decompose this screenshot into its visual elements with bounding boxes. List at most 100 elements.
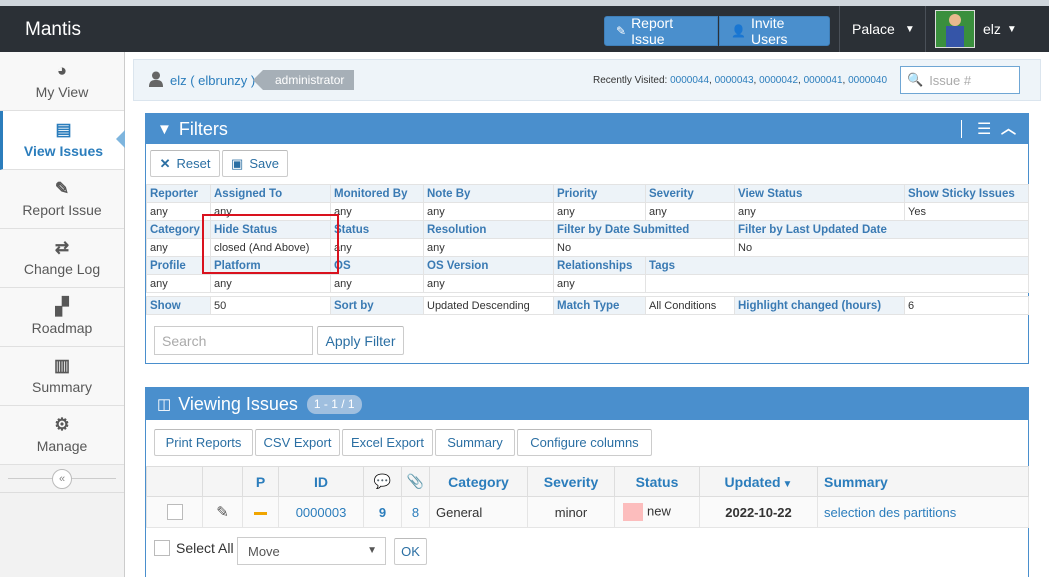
filter-label[interactable]: Assigned To [210, 184, 331, 203]
select-all[interactable]: Select All [154, 540, 234, 556]
column-header-priority[interactable]: P [242, 466, 279, 497]
sidebar-item-my-view[interactable]: ◕ My View [0, 52, 124, 111]
notes-count-link[interactable]: 9 [379, 505, 386, 520]
issue-number-placeholder: Issue # [929, 72, 972, 88]
issue-number-input[interactable]: 🔍 Issue # [900, 66, 1020, 94]
sidebar-collapse-button[interactable]: « [52, 468, 72, 489]
filter-label[interactable]: Severity [645, 184, 735, 203]
filter-label[interactable]: Profile [146, 256, 211, 275]
filter-label[interactable]: Match Type [553, 296, 646, 315]
menu-icon[interactable]: ☰ [977, 119, 991, 139]
summary-link[interactable]: selection des partitions [824, 505, 956, 520]
column-header-category[interactable]: Category [429, 466, 528, 497]
gears-icon: ⚙ [54, 415, 70, 434]
ok-button[interactable]: OK [394, 538, 427, 565]
filter-label[interactable]: Relationships [553, 256, 646, 275]
column-header-notes[interactable]: 💬 [363, 466, 402, 497]
filter-label[interactable]: Filter by Last Updated Date [734, 220, 1029, 239]
viewing-issues-header: ◫ Viewing Issues 1 - 1 / 1 [146, 388, 1028, 420]
save-button[interactable]: ▣ Save [222, 150, 288, 177]
filter-label[interactable]: Hide Status [210, 220, 331, 239]
filter-label[interactable]: Note By [423, 184, 554, 203]
report-issue-button[interactable]: ✎ Report Issue [604, 15, 718, 47]
recent-issue-link[interactable]: 0000041 [804, 75, 843, 86]
column-header-summary[interactable]: Summary [817, 466, 1029, 497]
user-menu[interactable]: elz ▼ [925, 6, 1049, 52]
invite-users-button[interactable]: 👤 Invite Users [719, 15, 830, 47]
select-all-checkbox[interactable] [154, 540, 170, 556]
column-header-status[interactable]: Status [614, 466, 700, 497]
filter-label[interactable]: Sort by [330, 296, 424, 315]
header-divider [961, 120, 962, 138]
summary-cell: selection des partitions [817, 496, 1029, 528]
issue-count-badge: 1 - 1 / 1 [306, 394, 362, 414]
filter-label[interactable]: Tags [645, 256, 1029, 275]
row-checkbox[interactable] [166, 504, 183, 521]
sidebar-item-summary[interactable]: ▥ Summary [0, 347, 124, 406]
csv-export-button[interactable]: CSV Export [255, 429, 340, 456]
column-header-id[interactable]: ID [278, 466, 364, 497]
save-label: Save [249, 156, 279, 171]
filter-label[interactable]: Resolution [423, 220, 554, 239]
filter-label[interactable]: Platform [210, 256, 331, 275]
sidebar-item-view-issues[interactable]: ▤ View Issues [0, 111, 125, 170]
apply-filter-button[interactable]: Apply Filter [317, 326, 404, 355]
updated-cell: 2022-10-22 [699, 496, 818, 528]
filter-label[interactable]: View Status [734, 184, 905, 203]
filter-label[interactable]: Status [330, 220, 424, 239]
action-select[interactable]: Move ▼ [237, 537, 386, 565]
app-title[interactable]: Mantis [25, 19, 81, 41]
column-header-updated[interactable]: Updated ▼ [699, 466, 818, 497]
filter-value: No [734, 238, 1029, 257]
column-header-attachments[interactable]: 📎 [401, 466, 430, 497]
filter-label[interactable]: Category [146, 220, 211, 239]
avatar [935, 10, 975, 48]
print-reports-button[interactable]: Print Reports [154, 429, 253, 456]
filter-label[interactable]: OS Version [423, 256, 554, 275]
filter-label[interactable]: Reporter [146, 184, 211, 203]
pencil-icon[interactable]: ✎ [216, 504, 229, 521]
issue-id-link[interactable]: 0000003 [296, 505, 347, 520]
user-icon [149, 71, 163, 87]
files-count-link[interactable]: 8 [412, 505, 419, 520]
select-column-header [146, 466, 203, 497]
sidebar-item-roadmap[interactable]: ▞ Roadmap [0, 288, 124, 347]
filter-value: 50 [210, 296, 331, 315]
list-icon: ▤ [55, 120, 72, 139]
filter-value: any [330, 274, 424, 293]
reset-label: Reset [176, 156, 211, 171]
recent-issue-link[interactable]: 0000044 [670, 75, 709, 86]
recent-issue-link[interactable]: 0000042 [759, 75, 798, 86]
retweet-icon: ⇄ [54, 238, 70, 257]
breadcrumb: elz ( elbrunzy ) administrator Recently … [133, 59, 1041, 101]
sidebar-item-label: Manage [36, 438, 88, 454]
column-header-severity[interactable]: Severity [527, 466, 615, 497]
category-cell: General [429, 496, 528, 528]
filter-label[interactable]: Priority [553, 184, 646, 203]
excel-export-button[interactable]: Excel Export [342, 429, 433, 456]
search-input[interactable]: Search [154, 326, 313, 355]
reset-button[interactable]: ✕ Reset [150, 150, 220, 177]
filter-label[interactable]: Show [146, 296, 211, 315]
filter-label[interactable]: Monitored By [330, 184, 424, 203]
sidebar-collapse-bar: « [0, 465, 124, 493]
configure-columns-button[interactable]: Configure columns [517, 429, 652, 456]
sidebar-item-report-issue[interactable]: ✎ Report Issue [0, 170, 124, 229]
sidebar: ◕ My View ▤ View Issues ✎ Report Issue ⇄… [0, 52, 125, 577]
recently-visited-label: Recently Visited: [593, 75, 668, 86]
chevron-up-icon[interactable]: ︿ [1001, 117, 1016, 138]
sidebar-item-change-log[interactable]: ⇄ Change Log [0, 229, 124, 288]
filter-label[interactable]: Show Sticky Issues [904, 184, 1029, 203]
project-selector[interactable]: Palace ▼ [839, 6, 924, 52]
recent-issue-link[interactable]: 0000043 [715, 75, 754, 86]
current-user-link[interactable]: elz ( elbrunzy ) [170, 73, 255, 88]
filter-label[interactable]: OS [330, 256, 424, 275]
filter-label[interactable]: Highlight changed (hours) [734, 296, 905, 315]
summary-button[interactable]: Summary [435, 429, 515, 456]
status-cell: new [614, 496, 700, 528]
filter-label[interactable]: Filter by Date Submitted [553, 220, 735, 239]
sidebar-item-manage[interactable]: ⚙ Manage [0, 406, 124, 465]
filter-icon: ▼ [157, 120, 172, 138]
excel-export-label: Excel Export [351, 435, 424, 450]
recent-issue-link[interactable]: 0000040 [848, 75, 887, 86]
